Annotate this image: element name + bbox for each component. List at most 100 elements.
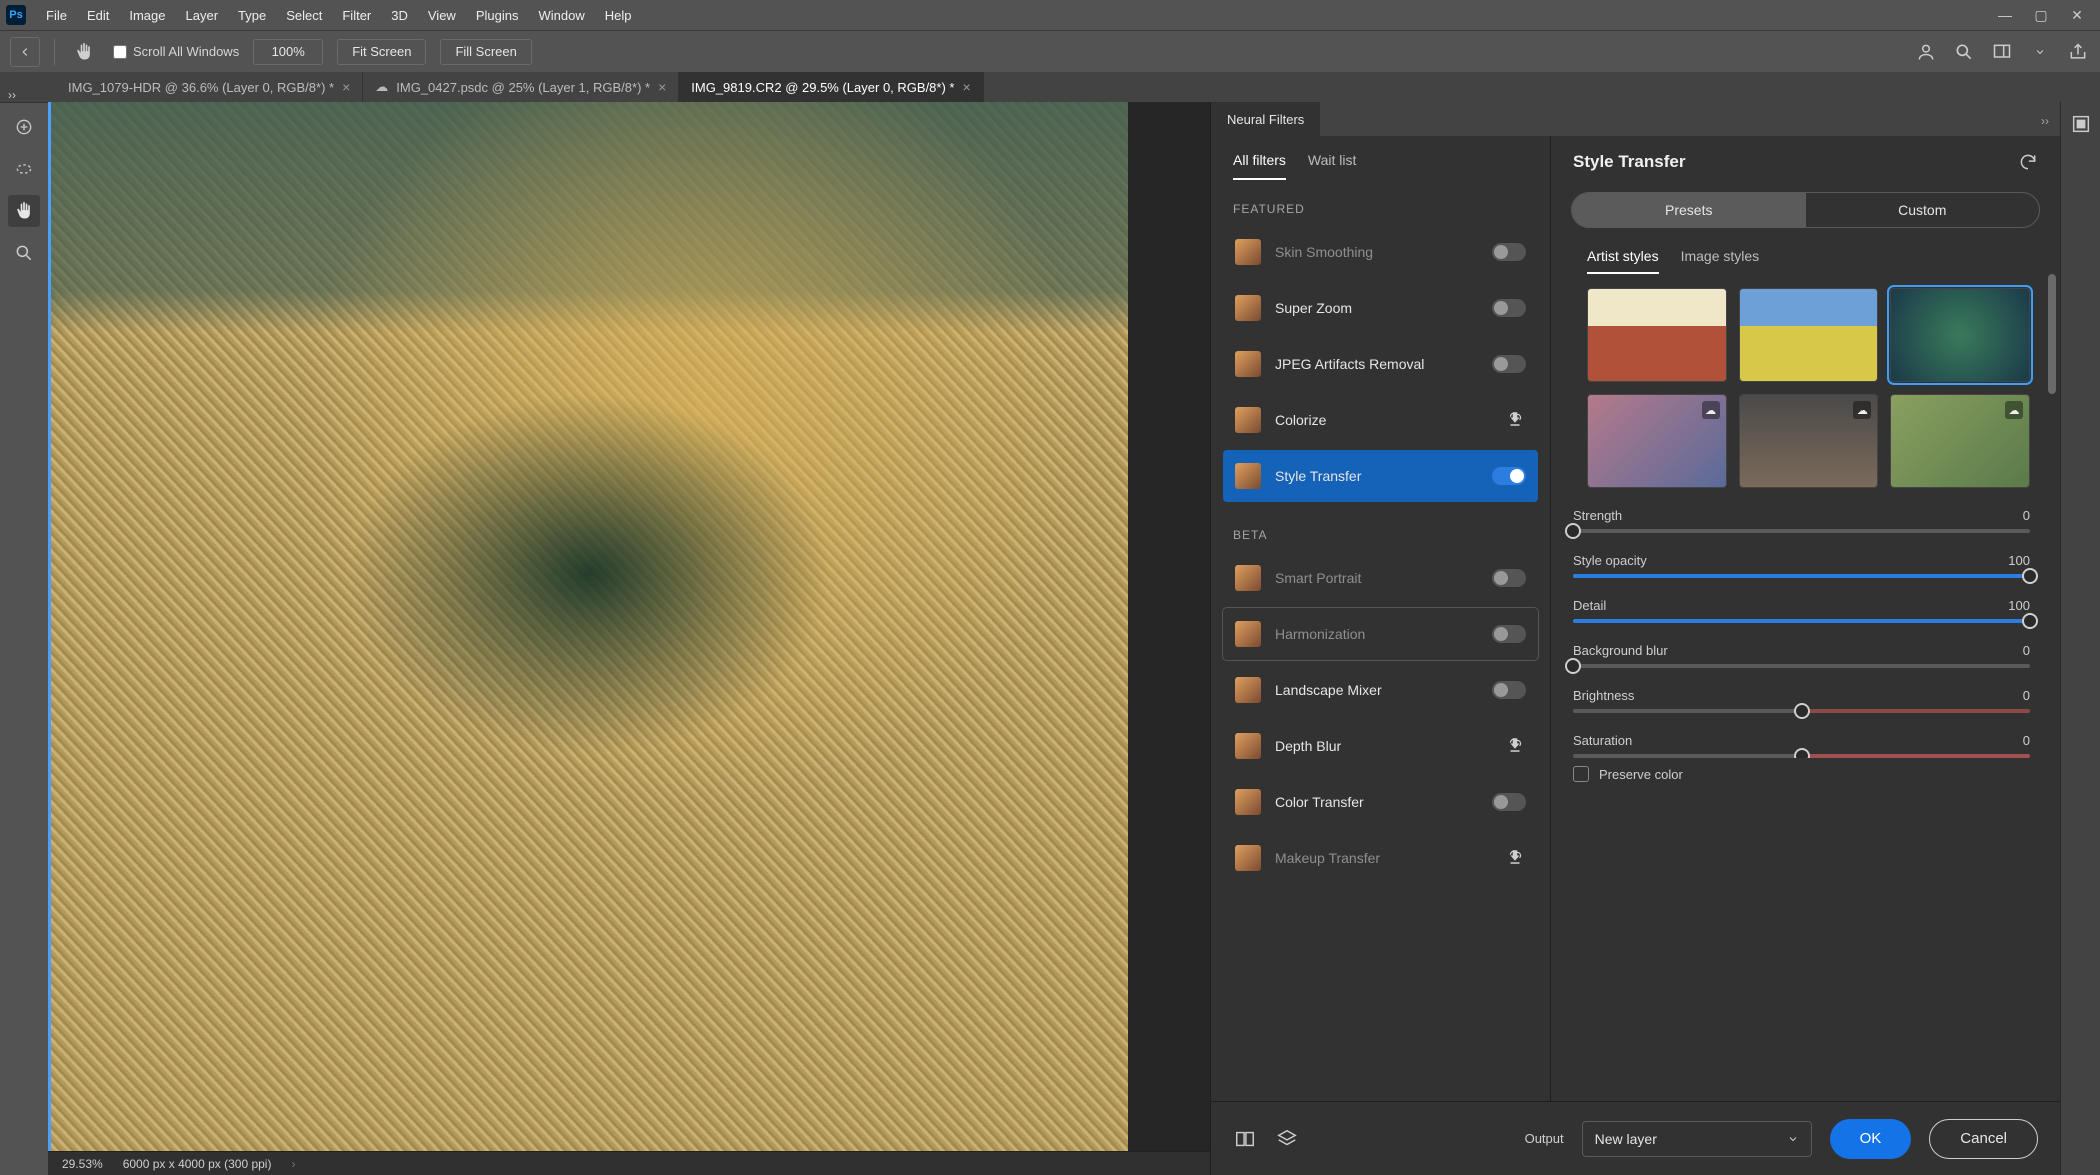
hand-tool-button[interactable]	[8, 195, 40, 227]
maximize-button[interactable]: ▢	[2032, 6, 2050, 24]
tab-all-filters[interactable]: All filters	[1233, 152, 1286, 180]
menu-help[interactable]: Help	[595, 4, 642, 27]
home-back-button[interactable]	[10, 37, 40, 67]
output-label: Output	[1525, 1131, 1564, 1146]
scroll-all-windows-checkbox[interactable]: Scroll All Windows	[113, 44, 239, 59]
seg-custom[interactable]: Custom	[1806, 193, 2040, 227]
filter-jpeg-artifacts-removal[interactable]: JPEG Artifacts Removal	[1223, 338, 1538, 390]
compare-icon[interactable]	[1233, 1127, 1257, 1151]
tab-wait-list[interactable]: Wait list	[1308, 152, 1356, 180]
menu-layer[interactable]: Layer	[176, 4, 229, 27]
close-tab-icon[interactable]: ×	[962, 79, 970, 95]
slider-handle[interactable]	[1565, 658, 1581, 674]
toolbar-expand-grip[interactable]: ››	[8, 88, 16, 102]
menu-plugins[interactable]: Plugins	[466, 4, 529, 27]
minimize-button[interactable]: —	[1996, 6, 2014, 24]
download-icon[interactable]	[1506, 848, 1526, 868]
ok-button[interactable]: OK	[1830, 1119, 1912, 1159]
slider-handle[interactable]	[1565, 523, 1581, 539]
zoom-tool-icon[interactable]	[8, 237, 40, 269]
filter-style-transfer[interactable]: Style Transfer	[1223, 450, 1538, 502]
slider-track[interactable]	[1573, 664, 2030, 668]
tab-image-styles[interactable]: Image styles	[1681, 248, 1760, 274]
menu-edit[interactable]: Edit	[77, 4, 119, 27]
filter-toggle[interactable]	[1492, 243, 1526, 261]
filter-toggle[interactable]	[1492, 467, 1526, 485]
slider-label: Strength	[1573, 508, 1622, 523]
search-icon[interactable]	[1952, 40, 1976, 64]
frame-tool-icon[interactable]	[2069, 112, 2093, 136]
menu-window[interactable]: Window	[528, 4, 594, 27]
reset-icon[interactable]	[2018, 152, 2038, 172]
workspace-switcher-icon[interactable]	[1990, 40, 2014, 64]
layers-icon[interactable]	[1275, 1127, 1299, 1151]
slider-style_opacity: Style opacity100	[1573, 553, 2030, 578]
cancel-button[interactable]: Cancel	[1929, 1119, 2038, 1159]
style-grid-scrollbar[interactable]	[2048, 274, 2056, 488]
zoom-level-field[interactable]: 100%	[253, 39, 323, 65]
filter-landscape-mixer[interactable]: Landscape Mixer	[1223, 664, 1538, 716]
tool-palette	[0, 102, 48, 1175]
marquee-tool-icon[interactable]	[8, 153, 40, 185]
menu-filter[interactable]: Filter	[332, 4, 381, 27]
preserve-color-checkbox[interactable]	[1573, 766, 1589, 782]
menu-select[interactable]: Select	[276, 4, 332, 27]
slider-handle[interactable]	[2022, 568, 2038, 584]
style-preset[interactable]	[1739, 288, 1879, 382]
slider-track[interactable]	[1573, 529, 2030, 533]
filter-skin-smoothing[interactable]: Skin Smoothing	[1223, 226, 1538, 278]
share-icon[interactable]	[2066, 40, 2090, 64]
style-preset-selected[interactable]	[1890, 288, 2030, 382]
slider-handle[interactable]	[1794, 748, 1810, 758]
fit-screen-button[interactable]: Fit Screen	[337, 39, 426, 65]
style-preset[interactable]: ☁	[1739, 394, 1879, 488]
fill-screen-button[interactable]: Fill Screen	[440, 39, 531, 65]
filter-colorize[interactable]: Colorize	[1223, 394, 1538, 446]
menu-image[interactable]: Image	[119, 4, 175, 27]
slider-track[interactable]	[1573, 709, 2030, 713]
filter-makeup-transfer[interactable]: Makeup Transfer	[1223, 832, 1538, 884]
filter-color-transfer[interactable]: Color Transfer	[1223, 776, 1538, 828]
status-caret-icon[interactable]: ›	[291, 1157, 295, 1171]
tab-artist-styles[interactable]: Artist styles	[1587, 248, 1659, 274]
slider-value: 0	[2023, 688, 2030, 703]
slider-track[interactable]	[1573, 574, 2030, 578]
filter-toggle[interactable]	[1492, 299, 1526, 317]
slider-handle[interactable]	[2022, 613, 2038, 629]
slider-track[interactable]	[1573, 754, 2030, 758]
filter-depth-blur[interactable]: Depth Blur	[1223, 720, 1538, 772]
download-icon[interactable]	[1506, 410, 1526, 430]
document-tab[interactable]: IMG_1079-HDR @ 36.6% (Layer 0, RGB/8*) *…	[56, 72, 363, 102]
filter-toggle[interactable]	[1492, 681, 1526, 699]
slider-track[interactable]	[1573, 619, 2030, 623]
filter-super-zoom[interactable]: Super Zoom	[1223, 282, 1538, 334]
document-tab[interactable]: IMG_9819.CR2 @ 29.5% (Layer 0, RGB/8*) *…	[679, 72, 983, 102]
document-canvas[interactable]	[48, 102, 1210, 1151]
slider-handle[interactable]	[1794, 703, 1810, 719]
style-preset[interactable]: ☁	[1890, 394, 2030, 488]
menu-file[interactable]: File	[36, 4, 77, 27]
filter-toggle[interactable]	[1492, 355, 1526, 373]
filter-toggle[interactable]	[1492, 625, 1526, 643]
collapse-panel-icon[interactable]: ››	[2030, 106, 2060, 136]
menu-view[interactable]: View	[418, 4, 466, 27]
download-icon[interactable]	[1506, 736, 1526, 756]
output-dropdown[interactable]: New layer	[1582, 1121, 1812, 1157]
filter-harmonization[interactable]: Harmonization	[1223, 608, 1538, 660]
seg-presets[interactable]: Presets	[1572, 193, 1806, 227]
menu-3d[interactable]: 3D	[381, 4, 418, 27]
close-tab-icon[interactable]: ×	[342, 79, 350, 95]
document-tab[interactable]: ☁IMG_0427.psdc @ 25% (Layer 1, RGB/8*) *…	[363, 72, 679, 102]
close-window-button[interactable]: ✕	[2068, 6, 2086, 24]
style-preset[interactable]	[1587, 288, 1727, 382]
filter-toggle[interactable]	[1492, 569, 1526, 587]
account-icon[interactable]	[1914, 40, 1938, 64]
menu-type[interactable]: Type	[228, 4, 276, 27]
neural-filters-tab[interactable]: Neural Filters	[1211, 102, 1320, 136]
filter-toggle[interactable]	[1492, 793, 1526, 811]
add-artboard-tool-icon[interactable]	[8, 111, 40, 143]
filter-smart-portrait[interactable]: Smart Portrait	[1223, 552, 1538, 604]
chevron-down-icon[interactable]	[2028, 40, 2052, 64]
style-preset[interactable]: ☁	[1587, 394, 1727, 488]
close-tab-icon[interactable]: ×	[658, 79, 666, 95]
